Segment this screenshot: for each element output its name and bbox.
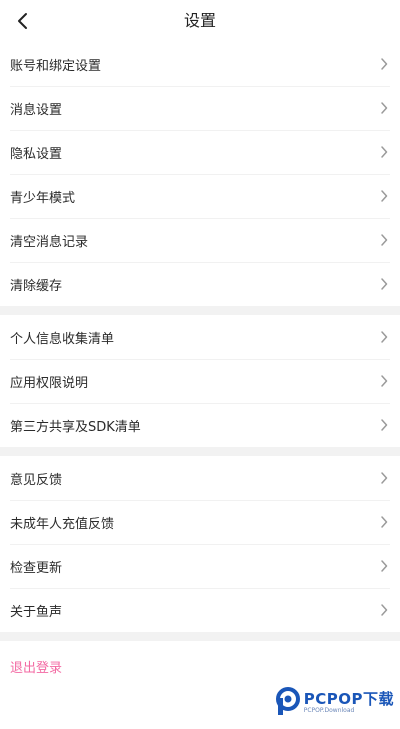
settings-item-label: 清空消息记录 <box>10 234 89 250</box>
settings-item-teen-mode[interactable]: 青少年模式 <box>0 174 400 218</box>
settings-item-app-permissions[interactable]: 应用权限说明 <box>0 359 400 403</box>
chevron-right-icon <box>378 516 390 528</box>
settings-item-label: 青少年模式 <box>10 190 76 206</box>
chevron-right-icon <box>378 146 390 158</box>
settings-item-label: 个人信息收集清单 <box>10 331 115 347</box>
chevron-right-icon <box>378 331 390 343</box>
settings-item-account-binding[interactable]: 账号和绑定设置 <box>0 42 400 86</box>
chevron-left-icon <box>18 13 27 29</box>
chevron-right-icon <box>378 278 390 290</box>
chevron-right-icon <box>378 234 390 246</box>
watermark-text: PCPOP下载 <box>303 690 394 708</box>
settings-item-clear-messages[interactable]: 清空消息记录 <box>0 218 400 262</box>
settings-item-label: 隐私设置 <box>10 146 63 162</box>
chevron-right-icon <box>378 58 390 70</box>
chevron-right-icon <box>378 472 390 484</box>
chevron-right-icon <box>378 102 390 114</box>
settings-item-personal-info-list[interactable]: 个人信息收集清单 <box>0 315 400 359</box>
section-divider <box>0 447 400 456</box>
settings-group-3: 意见反馈 未成年人充值反馈 检查更新 关于鱼声 <box>0 456 400 632</box>
settings-item-label: 账号和绑定设置 <box>10 58 102 74</box>
settings-item-label: 关于鱼声 <box>10 604 63 620</box>
settings-item-label: 未成年人充值反馈 <box>10 516 115 532</box>
logout-label: 退出登录 <box>10 660 63 676</box>
watermark: PCPOP下载 PCPOP.Download <box>274 686 394 716</box>
settings-item-message[interactable]: 消息设置 <box>0 86 400 130</box>
chevron-right-icon <box>378 604 390 616</box>
watermark-text-block: PCPOP下载 PCPOP.Download <box>300 688 394 714</box>
settings-group-2: 个人信息收集清单 应用权限说明 第三方共享及SDK清单 <box>0 315 400 447</box>
settings-item-label: 应用权限说明 <box>10 375 89 391</box>
section-divider <box>0 306 400 315</box>
chevron-right-icon <box>378 190 390 202</box>
settings-item-feedback[interactable]: 意见反馈 <box>0 456 400 500</box>
settings-item-label: 检查更新 <box>10 560 63 576</box>
top-bar: 设置 <box>0 0 400 42</box>
watermark-subtext: PCPOP.Download <box>303 707 355 714</box>
settings-item-check-update[interactable]: 检查更新 <box>0 544 400 588</box>
settings-item-third-party-sdk[interactable]: 第三方共享及SDK清单 <box>0 403 400 447</box>
section-divider <box>0 632 400 641</box>
settings-item-privacy[interactable]: 隐私设置 <box>0 130 400 174</box>
chevron-right-icon <box>378 375 390 387</box>
settings-item-label: 第三方共享及SDK清单 <box>10 419 141 435</box>
back-button[interactable] <box>8 6 36 36</box>
settings-item-label: 消息设置 <box>10 102 63 118</box>
settings-item-minor-recharge-feedback[interactable]: 未成年人充值反馈 <box>0 500 400 544</box>
pcpop-logo-icon <box>275 687 300 715</box>
settings-item-label: 意见反馈 <box>10 472 63 488</box>
chevron-right-icon <box>378 419 390 431</box>
settings-group-1: 账号和绑定设置 消息设置 隐私设置 青少年模式 清空消息记录 清除缓存 <box>0 42 400 306</box>
settings-item-about[interactable]: 关于鱼声 <box>0 588 400 632</box>
page-title: 设置 <box>183 11 216 30</box>
settings-item-label: 清除缓存 <box>10 278 63 294</box>
logout-button[interactable]: 退出登录 <box>0 641 400 691</box>
settings-item-clear-cache[interactable]: 清除缓存 <box>0 262 400 306</box>
chevron-right-icon <box>378 560 390 572</box>
